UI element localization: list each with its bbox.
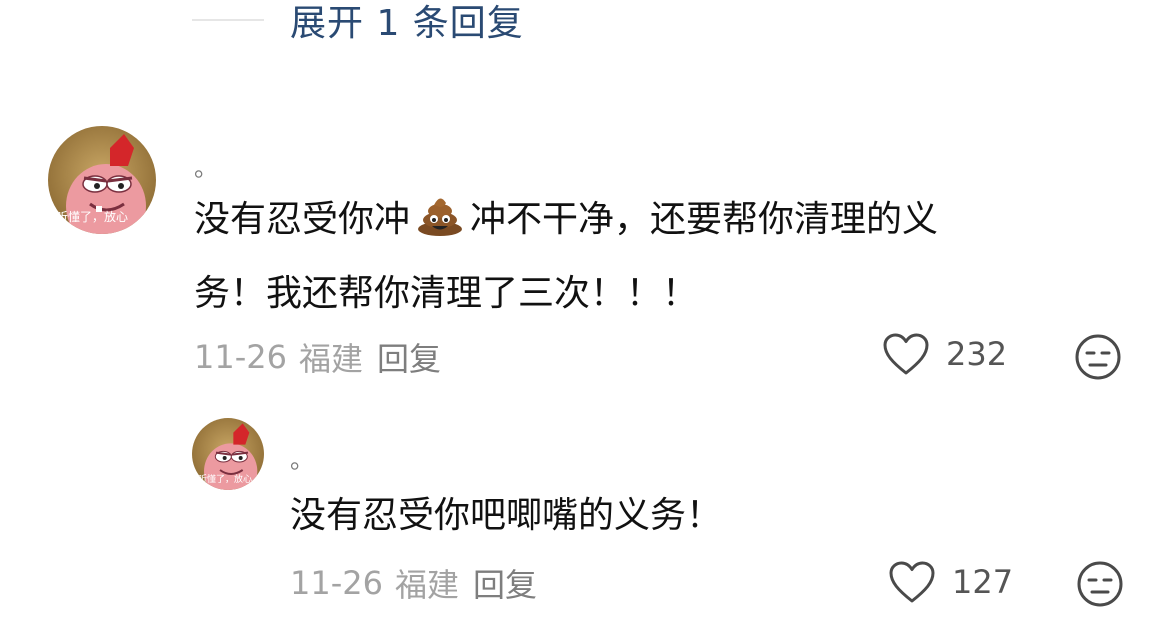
like-count: 127 [952, 563, 1014, 601]
reply-button[interactable]: 回复 [473, 560, 537, 606]
comment-meta: 11-26 福建 回复 [194, 334, 441, 380]
avatar-caption: 听懂了，放心 [56, 210, 129, 224]
neutral-face-icon [1077, 561, 1123, 607]
reply-button[interactable]: 回复 [377, 334, 441, 380]
divider-line [192, 19, 264, 21]
like-button[interactable]: 232 [882, 332, 1007, 376]
avatar[interactable]: 听懂了，放心 [192, 418, 264, 490]
neutral-face-icon [1075, 334, 1121, 380]
poop-icon [416, 192, 464, 260]
comment-text-part: 没有忍受你冲 [194, 199, 411, 240]
comment-meta: 11-26 福建 回复 [290, 560, 537, 606]
heart-outline-icon [889, 561, 935, 603]
comment-date: 11-26 [290, 564, 383, 602]
comment-region: 福建 [394, 566, 459, 604]
dislike-button[interactable] [1076, 560, 1124, 612]
expand-replies-link[interactable]: 展开 1 条回复 [192, 0, 524, 46]
comment-username[interactable]: 。 [194, 148, 218, 183]
avatar[interactable]: 听懂了，放心 [48, 126, 156, 234]
like-count: 232 [946, 335, 1008, 373]
comment-text-part: 冲不干净，还要帮你清理的义 [470, 199, 939, 240]
comment-text: 没有忍受你吧唧嘴的义务！ [290, 495, 723, 536]
expand-replies-label: 展开 1 条回复 [290, 3, 524, 44]
comment-date: 11-26 [194, 338, 287, 376]
comment-text-line: 务！我还帮你清理了三次！！！ [194, 273, 699, 314]
like-button[interactable]: 127 [888, 560, 1013, 604]
comment-region: 福建 [298, 340, 363, 378]
avatar-caption: 听懂了，放心 [198, 475, 253, 485]
comment-text: 没有忍受你冲 冲不干净，还要帮你清理的义 务！我还帮你清理了三次！！！ [194, 186, 1094, 328]
dislike-button[interactable] [1074, 333, 1122, 385]
heart-outline-icon [883, 333, 929, 375]
comment-username[interactable]: 。 [290, 440, 314, 475]
